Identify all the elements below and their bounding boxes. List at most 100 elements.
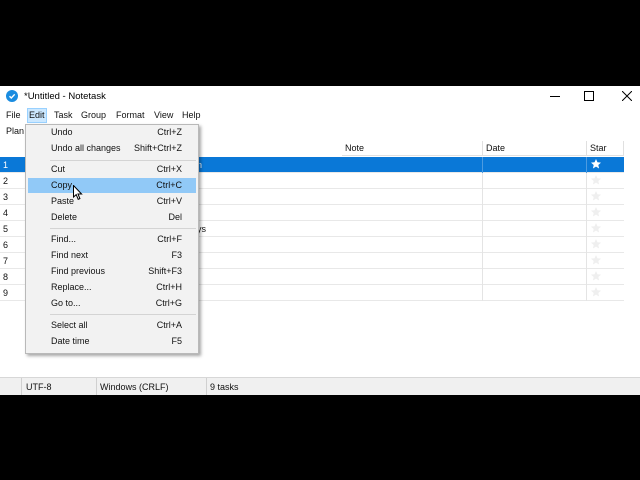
row-number: 9 — [3, 288, 9, 298]
minimize-button[interactable] — [536, 86, 574, 107]
date-cell[interactable] — [483, 237, 587, 253]
row-number: 1 — [3, 160, 9, 170]
row-number: 4 — [3, 208, 9, 218]
status-divider — [206, 378, 207, 395]
menu-item-undo-all[interactable]: Undo all changes Shift+Ctrl+Z — [28, 141, 196, 156]
menu-item-label: Select all — [51, 320, 88, 330]
menu-item-shortcut: Ctrl+F — [157, 234, 182, 244]
menu-item-shortcut: Del — [168, 212, 182, 222]
title-bar[interactable]: *Untitled - Notetask — [0, 86, 640, 107]
menu-item-shortcut: Shift+F3 — [148, 266, 182, 276]
star-empty-icon[interactable] — [590, 286, 602, 298]
menu-item-paste[interactable]: Paste Ctrl+V — [28, 194, 196, 209]
note-cell[interactable] — [342, 253, 483, 269]
minimize-icon — [550, 96, 560, 97]
note-cell[interactable] — [342, 269, 483, 285]
menu-item-shortcut: Ctrl+X — [156, 164, 182, 174]
menu-view[interactable]: View — [153, 109, 174, 122]
star-empty-icon[interactable] — [590, 222, 602, 234]
row-number: 5 — [3, 224, 9, 234]
date-cell[interactable] — [483, 173, 587, 189]
note-cell[interactable] — [342, 285, 483, 301]
menu-item-label: Find... — [51, 234, 77, 244]
menu-item-replace[interactable]: Replace... Ctrl+H — [28, 280, 196, 295]
star-filled-icon[interactable] — [590, 158, 602, 170]
menu-item-find-next[interactable]: Find next F3 — [28, 248, 196, 263]
menu-item-date-time[interactable]: Date time F5 — [28, 334, 196, 349]
menu-item-label: Find previous — [51, 266, 106, 276]
menu-item-label: Date time — [51, 336, 90, 346]
star-empty-icon[interactable] — [590, 238, 602, 250]
menu-item-shortcut: Ctrl+A — [156, 320, 182, 330]
menu-item-label: Copy — [51, 180, 73, 190]
menu-group[interactable]: Group — [80, 109, 107, 122]
status-divider — [96, 378, 97, 395]
star-empty-icon[interactable] — [590, 190, 602, 202]
menu-item-label: Delete — [51, 212, 78, 222]
date-cell[interactable] — [483, 221, 587, 237]
mouse-pointer-icon — [73, 185, 83, 200]
menu-item-label: Paste — [51, 196, 75, 206]
menu-separator — [50, 314, 196, 315]
date-cell[interactable] — [483, 285, 587, 301]
menu-item-cut[interactable]: Cut Ctrl+X — [28, 162, 196, 177]
note-cell[interactable] — [342, 157, 483, 173]
menu-item-shortcut: Ctrl+C — [156, 180, 182, 190]
menu-task[interactable]: Task — [53, 109, 74, 122]
date-cell[interactable] — [483, 253, 587, 269]
date-cell[interactable] — [483, 189, 587, 205]
row-number: 6 — [3, 240, 9, 250]
date-cell[interactable] — [483, 269, 587, 285]
menu-item-shortcut: Shift+Ctrl+Z — [133, 143, 182, 153]
date-cell[interactable] — [483, 205, 587, 221]
note-cell[interactable] — [342, 173, 483, 189]
notetask-app-icon — [6, 90, 18, 102]
note-cell[interactable] — [342, 189, 483, 205]
menu-item-shortcut: F5 — [171, 336, 182, 346]
plan-label[interactable]: Plan — [6, 126, 24, 136]
maximize-button[interactable] — [570, 86, 608, 107]
menu-item-delete[interactable]: Delete Del — [28, 210, 196, 225]
menu-item-label: Find next — [51, 250, 89, 260]
status-line-endings: Windows (CRLF) — [100, 382, 169, 392]
menu-format[interactable]: Format — [115, 109, 146, 122]
menu-item-find-previous[interactable]: Find previous Shift+F3 — [28, 264, 196, 279]
column-header-star[interactable]: Star — [587, 141, 624, 156]
star-empty-icon[interactable] — [590, 254, 602, 266]
menu-file[interactable]: File — [5, 109, 22, 122]
menu-help[interactable]: Help — [181, 109, 202, 122]
menu-item-shortcut: Ctrl+V — [156, 196, 182, 206]
status-divider — [21, 378, 22, 395]
star-empty-icon[interactable] — [590, 206, 602, 218]
date-cell[interactable] — [483, 157, 587, 173]
star-empty-icon[interactable] — [590, 270, 602, 282]
menu-item-undo[interactable]: Undo Ctrl+Z — [28, 125, 196, 140]
row-number: 7 — [3, 256, 9, 266]
menu-item-shortcut: F3 — [171, 250, 182, 260]
status-bar: UTF-8 Windows (CRLF) 9 tasks — [0, 377, 640, 395]
column-header-date[interactable]: Date — [483, 141, 587, 156]
column-header-note[interactable]: Note — [342, 141, 483, 156]
maximize-icon — [584, 91, 594, 101]
menu-bar: File Edit Task Group Format View Help — [0, 107, 640, 123]
close-icon — [622, 91, 632, 101]
menu-item-shortcut: Ctrl+G — [155, 298, 182, 308]
close-button[interactable] — [608, 86, 640, 107]
note-cell[interactable] — [342, 221, 483, 237]
menu-edit[interactable]: Edit — [27, 108, 47, 123]
edit-menu-dropdown: Undo Ctrl+Z Undo all changes Shift+Ctrl+… — [25, 124, 199, 354]
note-cell[interactable] — [342, 237, 483, 253]
menu-item-shortcut: Ctrl+Z — [157, 127, 182, 137]
menu-item-find[interactable]: Find... Ctrl+F — [28, 232, 196, 247]
menu-item-label: Replace... — [51, 282, 92, 292]
menu-item-go-to[interactable]: Go to... Ctrl+G — [28, 296, 196, 311]
menu-item-label: Cut — [51, 164, 66, 174]
status-encoding: UTF-8 — [26, 382, 52, 392]
menu-item-select-all[interactable]: Select all Ctrl+A — [28, 318, 196, 333]
note-cell[interactable] — [342, 205, 483, 221]
row-number: 3 — [3, 192, 9, 202]
row-number: 8 — [3, 272, 9, 282]
star-empty-icon[interactable] — [590, 174, 602, 186]
menu-item-copy[interactable]: Copy Ctrl+C — [28, 178, 196, 193]
menu-item-label: Undo — [51, 127, 73, 137]
